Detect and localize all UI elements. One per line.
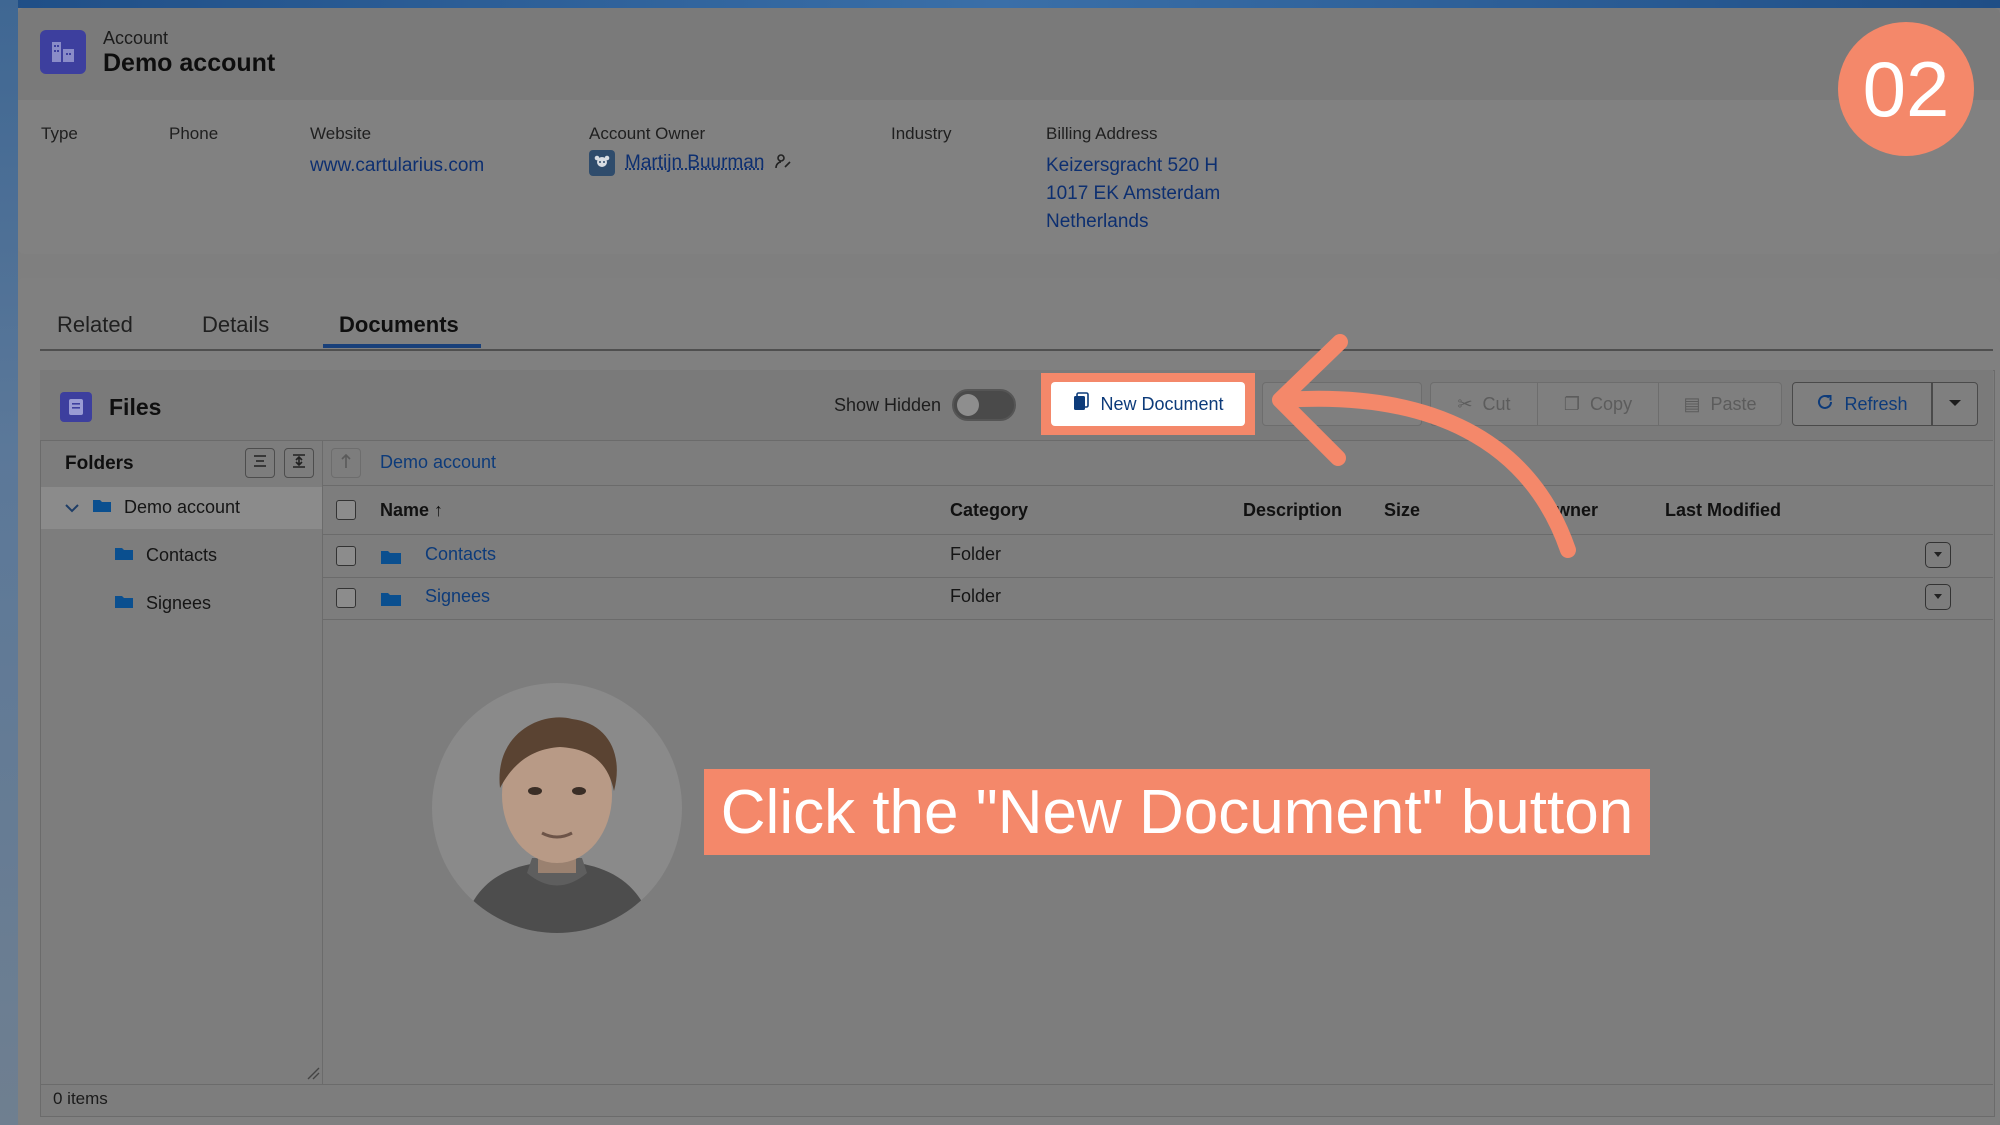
table-row[interactable]: [323, 577, 1993, 620]
field-type: Type: [41, 124, 78, 144]
folders-title: Folders: [65, 453, 134, 474]
website-label: Website: [310, 124, 372, 143]
up-folder-button[interactable]: [331, 448, 361, 478]
copy-label: Copy: [1590, 393, 1633, 414]
refresh-button[interactable]: Refresh: [1792, 382, 1932, 426]
row-checkbox[interactable]: [336, 546, 356, 566]
tree-item-signees[interactable]: Signees: [114, 593, 211, 614]
tab-related[interactable]: Related: [57, 312, 133, 338]
path-bar: [323, 441, 1993, 486]
chevron-down-icon[interactable]: [64, 497, 80, 518]
row-menu-icon: [1933, 546, 1943, 564]
active-tab-indicator: [323, 344, 481, 348]
background-top: [0, 0, 2000, 8]
folder-icon: [114, 593, 134, 614]
billing-line-3: Netherlands: [1046, 211, 1149, 232]
field-billing: Billing Address Keizersgracht 520 H 1017…: [1046, 124, 1220, 236]
row-menu-button[interactable]: [1925, 542, 1951, 568]
files-icon: [60, 392, 92, 422]
row-checkbox[interactable]: [336, 588, 356, 608]
billing-address[interactable]: Keizersgracht 520 H 1017 EK Amsterdam Ne…: [1046, 152, 1220, 236]
show-hidden-toggle[interactable]: [952, 389, 1016, 421]
up-arrow-icon: [340, 453, 352, 474]
step-badge: 02: [1838, 22, 1974, 156]
billing-line-1: Keizersgracht 520 H: [1046, 155, 1219, 176]
website-link[interactable]: www.cartularius.com: [310, 152, 484, 180]
select-all-checkbox[interactable]: [336, 500, 356, 520]
new-document-icon: [1072, 391, 1090, 417]
folder-icon: [380, 548, 402, 570]
refresh-label: Refresh: [1844, 393, 1908, 414]
owner-label: Account Owner: [589, 124, 706, 143]
object-type-label: Account: [103, 28, 169, 48]
phone-label: Phone: [169, 124, 219, 143]
breadcrumb[interactable]: Demo account: [380, 452, 496, 473]
items-count: 0 items: [53, 1089, 108, 1108]
row-category: Folder: [950, 544, 1002, 564]
paste-icon: ▤: [1683, 393, 1701, 414]
row-menu-icon: [1933, 588, 1943, 606]
tree-item-demo-account[interactable]: Demo account: [64, 497, 240, 518]
presenter-avatar: [432, 683, 682, 933]
industry-label: Industry: [891, 124, 952, 143]
instruction-callout: Click the "New Document" button: [704, 769, 1650, 855]
tree-item-contacts[interactable]: Contacts: [114, 545, 217, 566]
tree-item-label: Demo account: [124, 497, 241, 517]
type-label: Type: [41, 124, 78, 143]
tab-documents[interactable]: Documents: [339, 312, 459, 338]
row-name-link[interactable]: Contacts: [425, 544, 496, 565]
background-left: [0, 0, 18, 1125]
expand-all-button[interactable]: [284, 448, 314, 478]
field-owner: Account Owner Martijn Buurman: [589, 124, 792, 176]
row-category: Folder: [950, 586, 1002, 606]
owner-avatar-icon: [589, 150, 615, 176]
billing-line-2: 1017 EK Amsterdam: [1046, 183, 1221, 204]
status-footer: [41, 1084, 1993, 1115]
files-title: Files: [109, 394, 162, 420]
collapse-all-button[interactable]: [245, 448, 275, 478]
new-document-label: New Document: [1100, 393, 1224, 414]
collapse-all-icon: [252, 454, 268, 473]
tree-item-label: Contacts: [146, 545, 218, 565]
record-header-strip: [18, 8, 2000, 100]
new-document-button[interactable]: New Document: [1051, 382, 1245, 426]
resize-handle[interactable]: [306, 1066, 320, 1080]
row-menu-button[interactable]: [1925, 584, 1951, 610]
refresh-menu-button[interactable]: [1932, 382, 1978, 426]
expand-all-icon: [291, 453, 307, 474]
account-icon: [40, 30, 86, 74]
column-name[interactable]: Name ↑: [380, 500, 443, 521]
folder-icon: [380, 590, 402, 612]
paste-button[interactable]: ▤ Paste: [1658, 382, 1782, 426]
folder-icon: [114, 545, 134, 566]
column-last-modified[interactable]: Last Modified: [1665, 500, 1781, 521]
column-category[interactable]: Category: [950, 500, 1028, 521]
billing-label: Billing Address: [1046, 124, 1158, 143]
record-title: Demo account: [103, 49, 276, 77]
refresh-icon: [1816, 393, 1834, 416]
folders-sidebar: [41, 441, 323, 1084]
toggle-knob: [957, 394, 979, 416]
show-hidden-label: Show Hidden: [834, 395, 942, 415]
table-row[interactable]: [323, 535, 1993, 578]
row-name-link[interactable]: Signees: [425, 586, 490, 607]
field-website: Website www.cartularius.com: [310, 124, 484, 180]
tab-details[interactable]: Details: [202, 312, 269, 338]
chevron-down-icon: [1948, 395, 1962, 413]
pointer-arrow: [1272, 334, 1576, 558]
tree-item-label: Signees: [146, 593, 212, 613]
folder-icon: [92, 497, 112, 518]
change-owner-icon[interactable]: [774, 152, 792, 175]
field-phone: Phone: [169, 124, 218, 144]
owner-link[interactable]: Martijn Buurman: [625, 152, 764, 174]
field-industry: Industry: [891, 124, 951, 144]
paste-label: Paste: [1710, 393, 1757, 414]
tabs-divider: [40, 349, 1993, 351]
